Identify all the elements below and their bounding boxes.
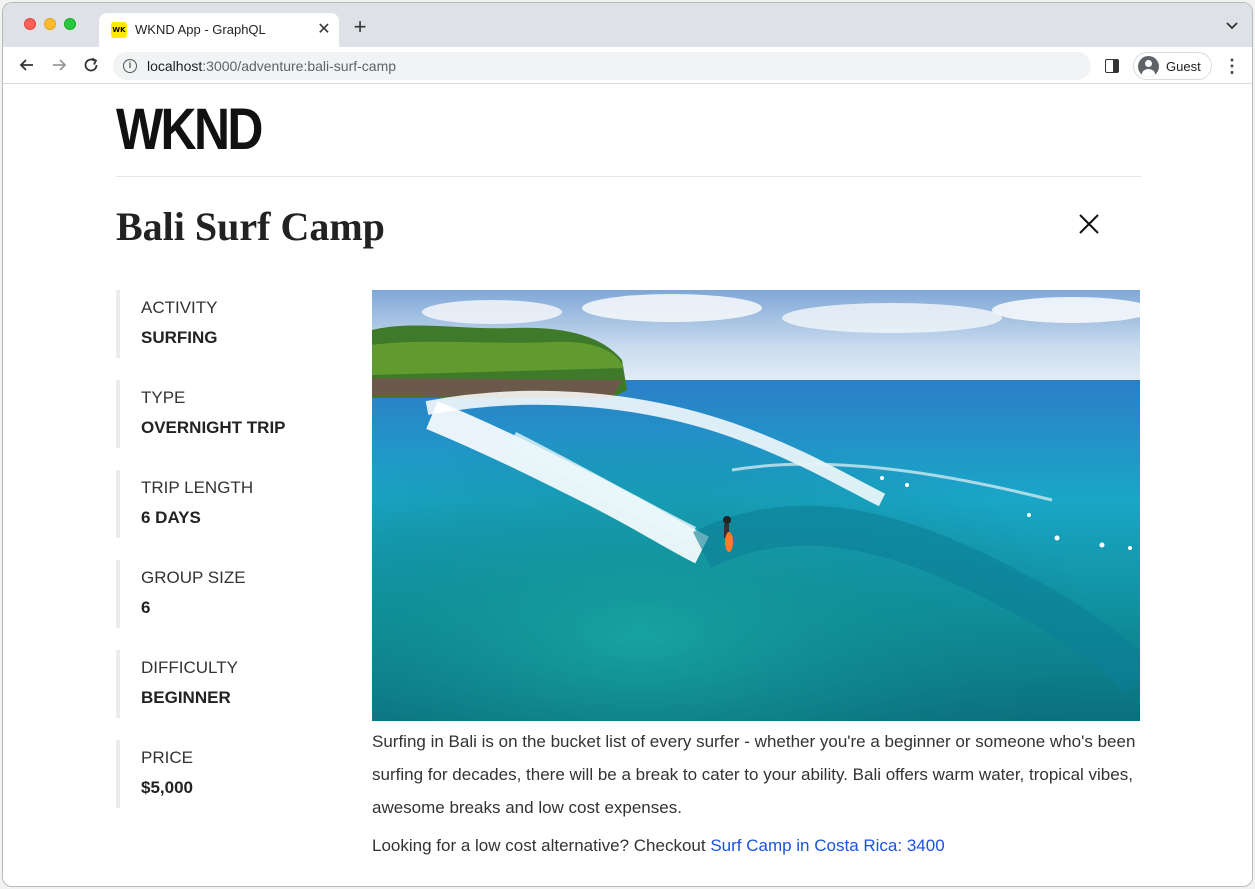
fact-label: Activity xyxy=(141,298,218,317)
address-bar[interactable]: i localhost:3000/adventure:bali-surf-cam… xyxy=(113,52,1091,80)
tab-title: WKND App - GraphQL xyxy=(135,22,266,37)
adventure-title: Bali Surf Camp xyxy=(116,204,385,249)
address-url[interactable]: localhost:3000/adventure:bali-surf-camp xyxy=(147,58,396,74)
fact-value: 6 Days xyxy=(141,508,201,527)
browser-menu-icon[interactable]: ⋮ xyxy=(1223,57,1241,75)
fact-label: Group Size xyxy=(141,568,246,587)
profile-label: Guest xyxy=(1166,59,1201,74)
fact-value: Overnight Trip xyxy=(141,418,286,437)
adventure-facts: Activity Surfing Type Overnight Trip Tri… xyxy=(116,290,346,830)
fact-price: Price $5,000 xyxy=(116,740,346,808)
fact-value: $5,000 xyxy=(141,778,193,797)
fact-group-size: Group Size 6 xyxy=(116,560,346,628)
fact-activity: Activity Surfing xyxy=(116,290,346,358)
site-info-icon[interactable]: i xyxy=(123,59,137,73)
tab-search-chevron-icon[interactable] xyxy=(1224,17,1240,33)
fact-difficulty: Difficulty Beginner xyxy=(116,650,346,718)
favicon-icon: WK xyxy=(111,22,127,38)
maximize-window-button[interactable] xyxy=(64,18,76,30)
fact-type: Type Overnight Trip xyxy=(116,380,346,448)
fact-trip-length: Trip Length 6 Days xyxy=(116,470,346,538)
alternative-prefix: Looking for a low cost alternative? Chec… xyxy=(372,836,711,855)
alternative-adventure-link[interactable]: Surf Camp in Costa Rica: 3400 xyxy=(710,836,944,855)
side-panel-icon[interactable] xyxy=(1105,59,1119,73)
fact-value: 6 xyxy=(141,598,151,617)
reload-icon[interactable] xyxy=(81,55,101,75)
profile-button[interactable]: Guest xyxy=(1133,52,1212,80)
page-content: WKND Bali Surf Camp Activity Surfing Typ… xyxy=(3,85,1252,886)
browser-window: WK WKND App - GraphQL ✕ + i localhost:30… xyxy=(2,2,1253,887)
fact-value: Beginner xyxy=(141,688,231,707)
adventure-description: Surfing in Bali is on the bucket list of… xyxy=(372,732,1136,817)
fact-label: Price xyxy=(141,748,193,767)
new-tab-icon[interactable]: + xyxy=(350,16,370,38)
alternative-suggestion: Looking for a low cost alternative? Chec… xyxy=(372,836,945,856)
fact-value: Surfing xyxy=(141,328,218,347)
forward-arrow-icon[interactable] xyxy=(49,55,69,75)
avatar-icon xyxy=(1138,56,1159,77)
back-arrow-icon[interactable] xyxy=(17,55,37,75)
tab-close-icon[interactable]: ✕ xyxy=(315,21,333,39)
adventure-hero-image xyxy=(372,290,1140,721)
minimize-window-button[interactable] xyxy=(44,18,56,30)
browser-toolbar: i localhost:3000/adventure:bali-surf-cam… xyxy=(3,47,1252,84)
site-logo[interactable]: WKND xyxy=(116,101,263,159)
close-window-button[interactable] xyxy=(24,18,36,30)
browser-tab-active[interactable]: WK WKND App - GraphQL ✕ xyxy=(99,13,339,47)
fact-label: Type xyxy=(141,388,186,407)
close-icon[interactable] xyxy=(1078,213,1100,235)
header-divider xyxy=(116,176,1141,177)
fact-label: Trip Length xyxy=(141,478,254,497)
tab-strip: WK WKND App - GraphQL ✕ + xyxy=(3,3,1252,47)
fact-label: Difficulty xyxy=(141,658,238,677)
